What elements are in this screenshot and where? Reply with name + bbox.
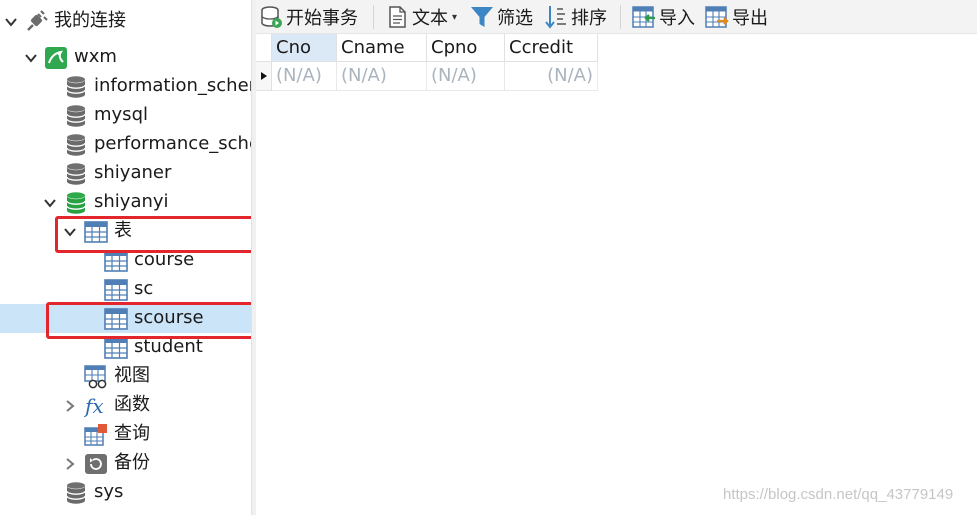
column-header-cname[interactable]: Cname xyxy=(337,34,427,62)
query-icon xyxy=(84,423,108,447)
data-grid[interactable]: Cno Cname Cpno Ccredit (N/A) (N/A) (N/A)… xyxy=(256,34,977,515)
navigation-tree: 我的连接 wxm information_schema mysql xyxy=(0,0,251,515)
tree-item-my-connections[interactable]: 我的连接 xyxy=(0,7,251,36)
table-cell[interactable]: (N/A) xyxy=(337,62,427,91)
sort-label: 排序 xyxy=(571,8,607,29)
text-view-label: 文本 xyxy=(412,8,448,29)
chevron-down-icon[interactable] xyxy=(4,15,18,29)
chevron-right-icon[interactable] xyxy=(63,457,77,471)
highlight-box-scourse xyxy=(46,302,268,339)
filter-icon xyxy=(470,5,494,29)
toolbar: 开始事务 文本 ▾ 筛选 排序 导入 导出 xyxy=(256,0,977,34)
chevron-down-icon[interactable] xyxy=(43,196,57,210)
current-row-indicator[interactable] xyxy=(256,62,272,91)
toolbar-separator xyxy=(620,5,621,29)
table-icon xyxy=(104,278,128,302)
import-button[interactable]: 导入 xyxy=(632,3,695,31)
column-header-cno[interactable]: Cno xyxy=(272,34,337,62)
export-icon xyxy=(705,5,729,29)
tree-item-database-mysql[interactable]: mysql xyxy=(0,101,251,130)
database-icon xyxy=(64,481,88,505)
watermark: https://blog.csdn.net/qq_43779149 xyxy=(723,486,954,503)
dropdown-caret-icon[interactable]: ▾ xyxy=(452,12,457,23)
tree-item-views[interactable]: 视图 xyxy=(0,362,251,391)
import-icon xyxy=(632,5,656,29)
database-icon xyxy=(64,104,88,128)
tree-item-connection-wxm[interactable]: wxm xyxy=(0,43,251,72)
text-view-button[interactable]: 文本 ▾ xyxy=(385,3,457,31)
highlight-box-tables xyxy=(55,216,258,253)
import-label: 导入 xyxy=(659,8,695,29)
tree-label: information_schema xyxy=(94,75,251,96)
tree-label: 我的连接 xyxy=(54,10,126,31)
sort-button[interactable]: 排序 xyxy=(544,3,607,31)
tree-item-database-sys[interactable]: sys xyxy=(0,478,251,507)
svg-text:fx: fx xyxy=(84,394,104,418)
table-cell[interactable]: (N/A) xyxy=(505,62,598,91)
sort-icon xyxy=(544,5,568,29)
tree-label: wxm xyxy=(74,46,117,67)
database-icon xyxy=(64,191,88,215)
tree-label: mysql xyxy=(94,104,148,125)
backup-icon xyxy=(84,452,108,476)
document-icon xyxy=(385,5,409,29)
tree-item-database-shiyanyi[interactable]: shiyanyi xyxy=(0,188,251,217)
function-icon: fx xyxy=(84,394,108,418)
filter-label: 筛选 xyxy=(497,8,533,29)
table-icon xyxy=(104,336,128,360)
column-header-ccredit[interactable]: Ccredit xyxy=(505,34,598,62)
tree-label: 备份 xyxy=(114,452,150,473)
database-icon xyxy=(64,162,88,186)
tree-item-database-information-schema[interactable]: information_schema xyxy=(0,72,251,101)
plug-icon xyxy=(24,10,48,34)
database-icon xyxy=(64,133,88,157)
row-pointer-icon xyxy=(260,72,267,80)
export-label: 导出 xyxy=(732,8,768,29)
begin-transaction-label: 开始事务 xyxy=(286,8,358,29)
toolbar-separator xyxy=(373,5,374,29)
tree-label: sc xyxy=(134,278,154,299)
tree-item-table-sc[interactable]: sc xyxy=(0,275,251,304)
tree-item-backups[interactable]: 备份 xyxy=(0,449,251,478)
tree-item-database-shiyaner[interactable]: shiyaner xyxy=(0,159,251,188)
filter-button[interactable]: 筛选 xyxy=(470,3,533,31)
tree-item-queries[interactable]: 查询 xyxy=(0,420,251,449)
transaction-icon xyxy=(259,5,283,29)
tree-label: sys xyxy=(94,481,124,502)
chevron-down-icon[interactable] xyxy=(24,51,38,65)
tree-item-database-performance-schema[interactable]: performance_schema xyxy=(0,130,251,159)
tree-label: shiyaner xyxy=(94,162,172,183)
mysql-connection-icon xyxy=(44,46,68,70)
tree-label: shiyanyi xyxy=(94,191,169,212)
column-header-cpno[interactable]: Cpno xyxy=(427,34,505,62)
table-cell[interactable]: (N/A) xyxy=(427,62,505,91)
tree-label: 函数 xyxy=(114,394,150,415)
tree-label: student xyxy=(134,336,203,357)
tree-label: performance_schema xyxy=(94,133,251,154)
chevron-right-icon[interactable] xyxy=(63,399,77,413)
view-icon xyxy=(84,365,108,389)
database-icon xyxy=(64,75,88,99)
tree-label: 查询 xyxy=(114,423,150,444)
export-button[interactable]: 导出 xyxy=(705,3,768,31)
tree-item-functions[interactable]: fx 函数 xyxy=(0,391,251,420)
begin-transaction-button[interactable]: 开始事务 xyxy=(259,3,358,31)
tree-label: 视图 xyxy=(114,365,150,386)
table-cell[interactable]: (N/A) xyxy=(272,62,337,91)
grid-corner xyxy=(256,34,272,62)
